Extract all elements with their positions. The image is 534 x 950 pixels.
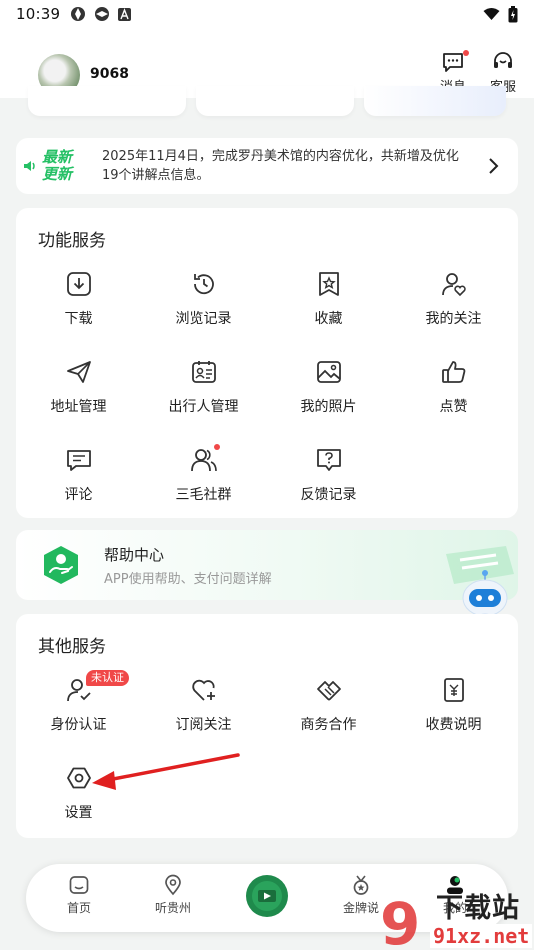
- comments-label: 评论: [64, 487, 93, 503]
- download-label: 下载: [64, 311, 93, 327]
- update-text: 2025年11月4日，完成罗丹美术馆的内容优化，共新增及优化19个讲解点信息。: [102, 149, 459, 183]
- badge-line2: 更新: [42, 165, 73, 183]
- community-item[interactable]: 三毛社群: [141, 444, 266, 504]
- chevron-right-icon: [489, 158, 499, 174]
- help-center-banner[interactable]: 帮助中心 APP使用帮助、支付问题详解: [16, 530, 518, 600]
- tab-listen-guizhou-label: 听贵州: [154, 901, 191, 915]
- watermark-line1: 下载站: [436, 893, 520, 924]
- paper-plane-icon: [66, 361, 91, 383]
- thumbs-up-icon: [441, 361, 465, 383]
- other-services-title: 其他服务: [38, 637, 106, 657]
- address-item[interactable]: 地址管理: [16, 358, 141, 416]
- community-unread-dot: [214, 444, 220, 450]
- history-item[interactable]: 浏览记录: [141, 270, 266, 328]
- help-hand-icon: [44, 546, 78, 584]
- watermark: 9 下载站 91xz.net: [378, 886, 534, 950]
- photos-item[interactable]: 我的照片: [266, 358, 391, 416]
- download-item[interactable]: 下载: [16, 270, 141, 328]
- fees-label: 收费说明: [425, 717, 482, 733]
- svg-text:9: 9: [380, 890, 420, 950]
- bookmark-star-icon: [318, 272, 339, 296]
- community-label: 三毛社群: [175, 487, 232, 503]
- tab-golden-talk-label: 金牌说: [342, 901, 379, 915]
- quick-card[interactable]: [28, 86, 186, 116]
- heart-plus-icon: [191, 679, 215, 701]
- photos-label: 我的照片: [300, 399, 357, 415]
- subscribe-item[interactable]: 订阅关注: [141, 676, 266, 734]
- group-icon: [190, 449, 217, 472]
- likes-label: 点赞: [439, 399, 468, 415]
- app-notification-icon: [71, 7, 86, 21]
- fee-doc-icon: [443, 678, 464, 702]
- headset-icon: [494, 52, 512, 68]
- business-label: 商务合作: [300, 717, 357, 733]
- update-badge: 最新 更新: [22, 144, 90, 188]
- unread-dot: [463, 50, 469, 56]
- status-bar: 10:39: [0, 0, 534, 28]
- feedback-label: 反馈记录: [300, 487, 357, 503]
- badge-line1: 最新: [42, 148, 73, 166]
- id-card-icon: [191, 361, 216, 383]
- help-center-title: 帮助中心: [104, 546, 165, 564]
- other-services-card: 其他服务 未认证 身份认证 订阅关注 商务合作 收费说明 设置: [16, 614, 518, 838]
- image-icon: [316, 361, 341, 383]
- watermark-line2: 91xz.net: [430, 924, 533, 948]
- app-notification-icon: [95, 7, 110, 21]
- quick-card[interactable]: [364, 86, 506, 116]
- comment-icon: [66, 450, 91, 471]
- settings-hex-icon: [66, 767, 91, 789]
- update-banner[interactable]: 最新 更新 2025年11月4日，完成罗丹美术馆的内容优化，共新增及优化19个讲…: [16, 138, 518, 194]
- subscribe-label: 订阅关注: [175, 717, 232, 733]
- a-notification-icon: [118, 7, 132, 21]
- download-icon: [66, 272, 91, 296]
- username[interactable]: 9068: [90, 66, 129, 82]
- business-item[interactable]: 商务合作: [266, 676, 391, 734]
- wifi-icon: [483, 8, 500, 20]
- quick-card[interactable]: [196, 86, 354, 116]
- feedback-icon: [316, 449, 341, 471]
- identity-item[interactable]: 未认证 身份认证: [16, 670, 141, 734]
- identity-label: 身份认证: [50, 717, 107, 733]
- history-label: 浏览记录: [175, 311, 232, 327]
- user-heart-icon: [441, 273, 466, 297]
- function-services-title: 功能服务: [38, 231, 106, 251]
- message-icon: [443, 53, 463, 72]
- travelers-item[interactable]: 出行人管理: [141, 358, 266, 416]
- medal-icon: [353, 875, 369, 895]
- settings-label: 设置: [64, 805, 93, 821]
- fees-item[interactable]: 收费说明: [391, 676, 516, 734]
- travelers-label: 出行人管理: [168, 399, 239, 415]
- battery-icon: [508, 5, 518, 22]
- comments-item[interactable]: 评论: [16, 446, 141, 504]
- favorites-item[interactable]: 收藏: [266, 270, 391, 328]
- address-label: 地址管理: [50, 399, 107, 415]
- follows-label: 我的关注: [425, 311, 482, 327]
- tab-home[interactable]: 首页: [44, 874, 114, 916]
- feedback-item[interactable]: 反馈记录: [266, 446, 391, 504]
- tab-listen-guizhou[interactable]: 听贵州: [138, 874, 208, 916]
- home-icon: [69, 876, 89, 894]
- tab-play[interactable]: [232, 874, 302, 921]
- settings-item[interactable]: 设置: [16, 764, 141, 822]
- speaker-icon: [24, 161, 35, 171]
- location-icon: [165, 874, 181, 896]
- handshake-icon: [316, 681, 341, 701]
- play-center-icon: [246, 875, 288, 917]
- likes-item[interactable]: 点赞: [391, 358, 516, 416]
- status-time: 10:39: [16, 5, 61, 23]
- favorites-label: 收藏: [314, 311, 343, 327]
- follows-item[interactable]: 我的关注: [391, 270, 516, 328]
- help-center-subtitle: APP使用帮助、支付问题详解: [104, 572, 272, 587]
- history-icon: [193, 274, 214, 295]
- function-services-card: 功能服务 下载 浏览记录 收藏 我的关注 地址管理 出行人管理 我的照片 点赞 …: [16, 208, 518, 518]
- unverified-badge: 未认证: [86, 670, 129, 686]
- tab-home-label: 首页: [66, 901, 91, 915]
